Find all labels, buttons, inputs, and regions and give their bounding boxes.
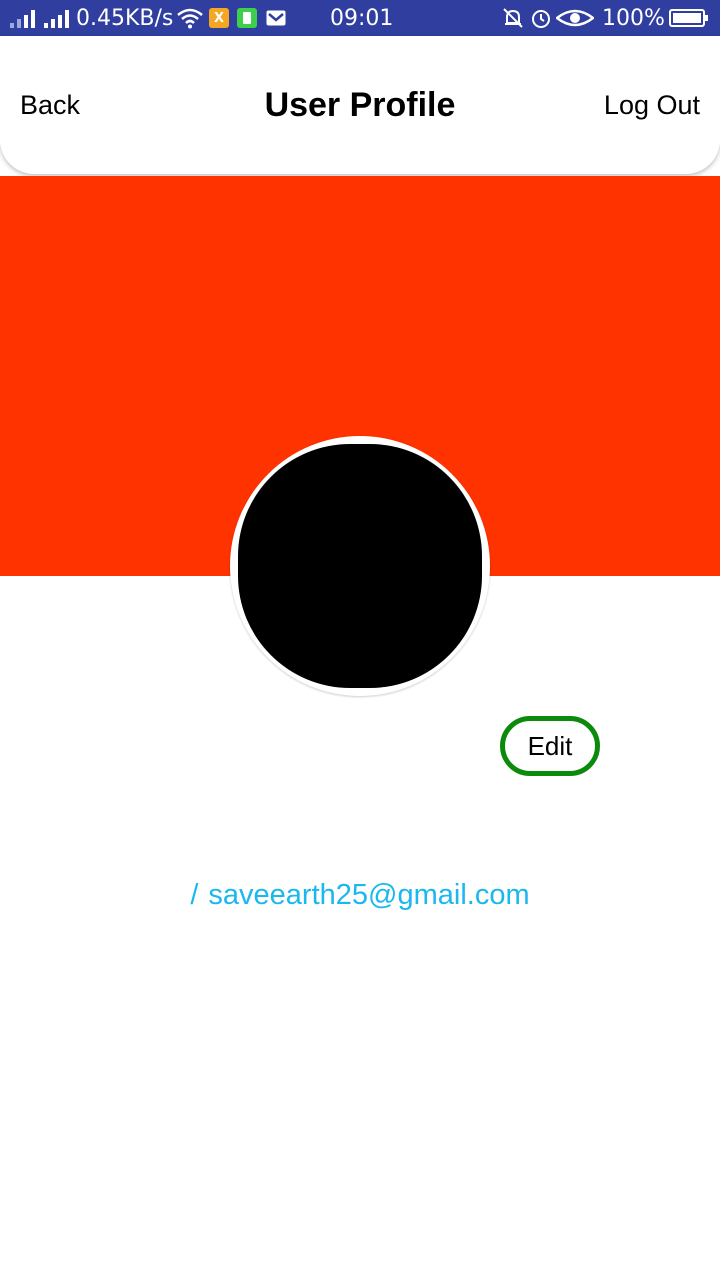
- signal-icon: [44, 0, 69, 36]
- email-prefix: /: [190, 878, 199, 911]
- app-header: Back User Profile Log Out: [0, 36, 720, 174]
- signal-icon: [10, 0, 35, 36]
- app-notification-icon: X: [209, 0, 229, 36]
- bell-muted-icon: [502, 0, 524, 36]
- email-row: / saveearth25@gmail.com: [0, 872, 720, 918]
- gmail-icon: [266, 0, 286, 36]
- status-bar: 0.45KB/s X 09:01 100%: [0, 0, 720, 36]
- battery-app-icon: [237, 0, 257, 36]
- eye-icon: [556, 0, 594, 36]
- battery-percent: 100%: [602, 5, 665, 31]
- back-button[interactable]: Back: [20, 36, 80, 174]
- battery-icon: [669, 0, 709, 36]
- avatar[interactable]: [238, 444, 482, 688]
- wifi-icon: [177, 0, 203, 36]
- network-speed: 0.45KB/s: [76, 5, 174, 31]
- email-text: saveearth25@gmail.com: [208, 878, 530, 911]
- edit-button[interactable]: Edit: [500, 716, 600, 776]
- clock-time: 09:01: [330, 5, 394, 31]
- alarm-icon: [530, 0, 552, 36]
- log-out-button[interactable]: Log Out: [604, 36, 700, 174]
